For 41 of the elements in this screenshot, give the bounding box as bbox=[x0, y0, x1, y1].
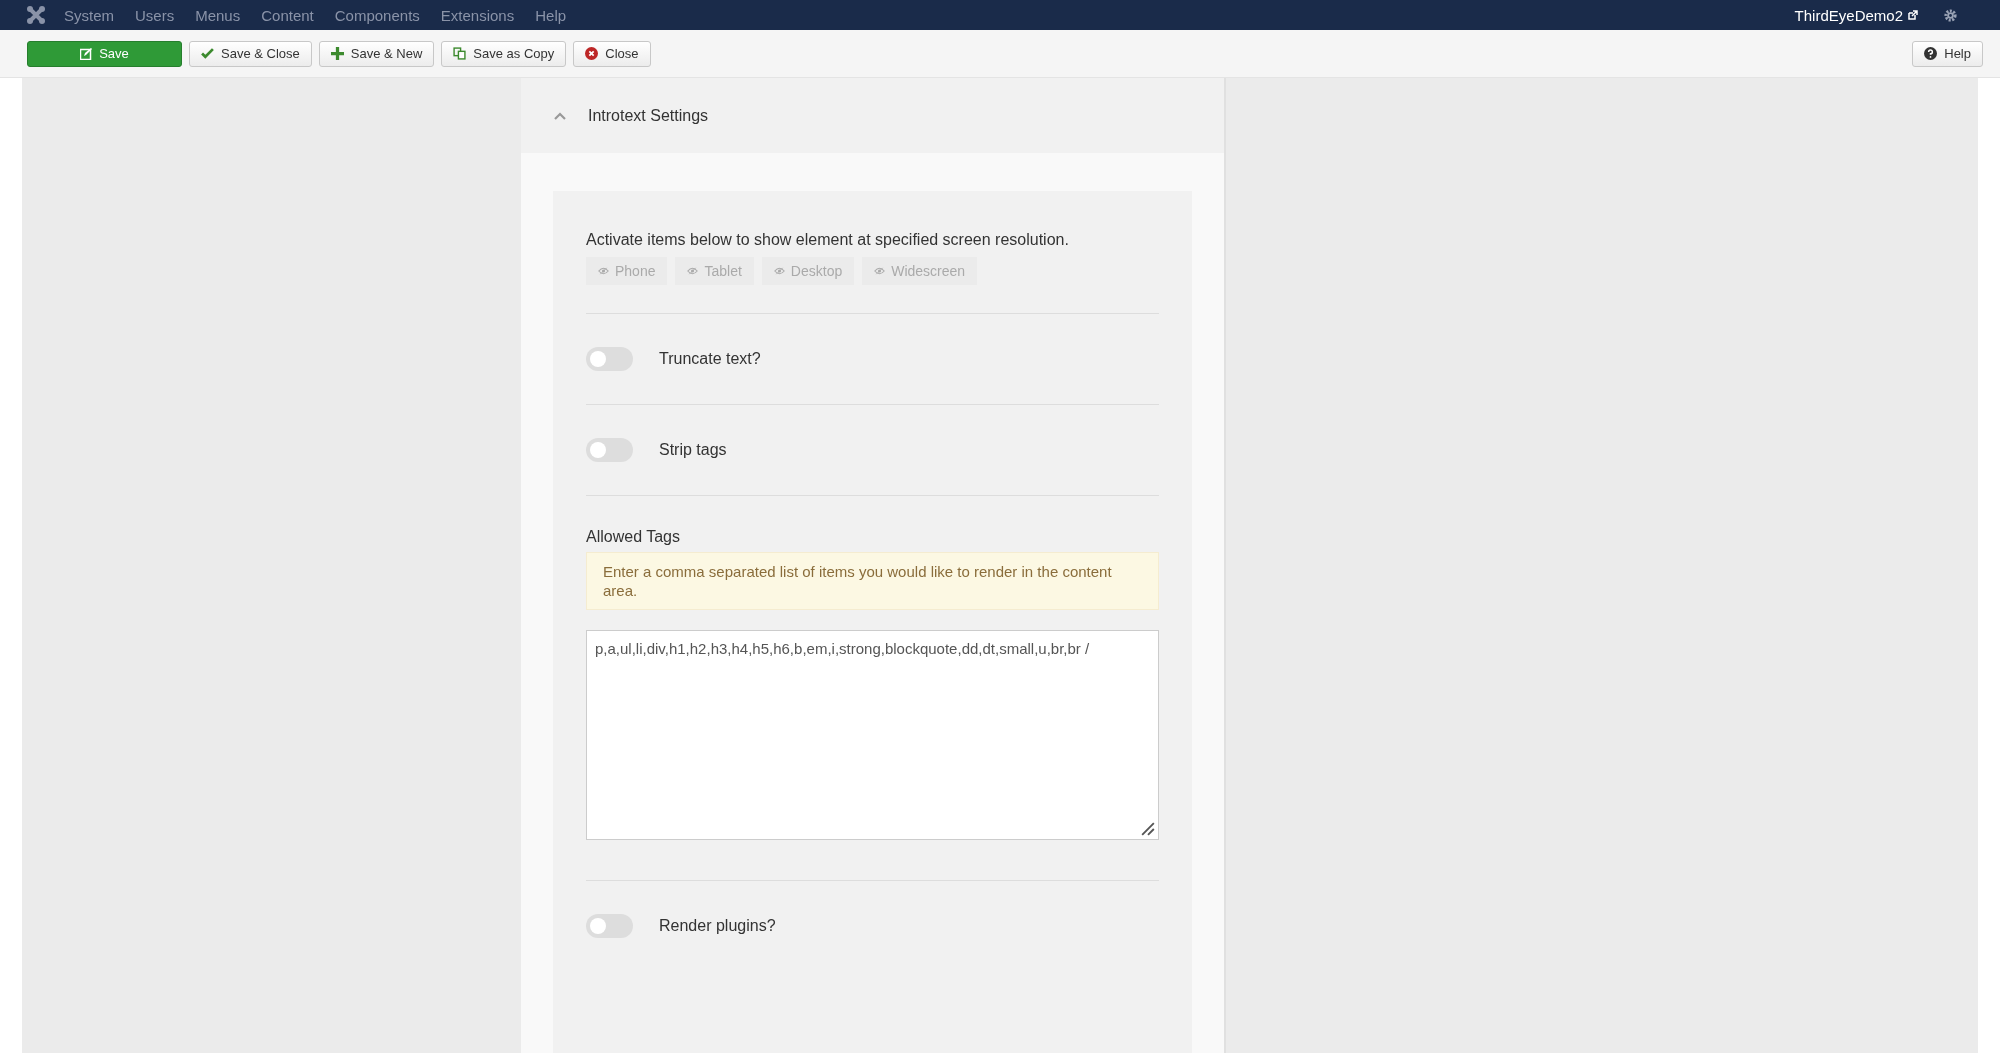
toolbar-button[interactable]: Save bbox=[27, 40, 182, 67]
resize-grip-icon[interactable] bbox=[1141, 822, 1155, 836]
toggle-switch[interactable] bbox=[586, 347, 633, 371]
toggle-label: Render plugins? bbox=[659, 917, 776, 935]
eye-slash-icon bbox=[687, 267, 699, 275]
toolbar-button[interactable]: Save & Close bbox=[189, 40, 312, 67]
tags-textarea[interactable]: p,a,ul,li,div,h1,h2,h3,h4,h5,h6,b,em,i,strong,blockquote,dd,dt,small,u,br,br / bbox=[586, 630, 1159, 840]
help-button[interactable]: Help bbox=[1912, 40, 1983, 67]
menu-item[interactable]: Extensions bbox=[440, 6, 515, 24]
check-icon bbox=[201, 47, 214, 60]
copy-icon bbox=[453, 47, 467, 60]
menu-item[interactable]: System bbox=[64, 6, 114, 24]
help-icon bbox=[1924, 47, 1938, 60]
hint-message: Enter a comma separated list of items you would like to render in the content area. bbox=[586, 552, 1159, 610]
toggle-switch[interactable] bbox=[586, 914, 633, 938]
toggle-label: Strip tags bbox=[659, 441, 727, 459]
chevron-icon[interactable] bbox=[554, 111, 566, 120]
eye-slash-icon bbox=[598, 267, 609, 275]
field-label: Allowed Tags bbox=[586, 528, 681, 546]
settings-icon[interactable] bbox=[1943, 7, 1958, 23]
toggle-switch[interactable] bbox=[586, 438, 633, 462]
toolbar-button[interactable]: Save as Copy bbox=[441, 40, 567, 67]
visibility-description: Activate items below to show element at specified screen resolution. bbox=[586, 231, 1070, 249]
menu-item[interactable]: Components bbox=[334, 6, 420, 24]
menu-item[interactable]: Content bbox=[261, 6, 314, 24]
menu-item[interactable]: Users bbox=[135, 6, 175, 24]
panel-header[interactable]: Introtext Settings bbox=[521, 78, 1224, 153]
toolbar-button[interactable]: Close bbox=[573, 40, 651, 67]
external-link-icon bbox=[1908, 10, 1918, 20]
menu-item[interactable]: Menus bbox=[195, 6, 241, 24]
eye-slash-icon bbox=[874, 267, 886, 275]
plus-icon bbox=[330, 47, 344, 60]
panel-title: Introtext Settings bbox=[588, 106, 709, 125]
eye-slash-icon bbox=[773, 267, 785, 275]
site-link[interactable]: ThirdEyeDemo2 bbox=[1794, 6, 1903, 24]
menu-item[interactable]: Help bbox=[535, 6, 567, 24]
toggle-label: Truncate text? bbox=[659, 350, 761, 368]
edit-icon bbox=[80, 47, 93, 60]
close-icon bbox=[585, 47, 599, 60]
logo-icon[interactable] bbox=[26, 5, 46, 25]
toolbar-button[interactable]: Save & New bbox=[318, 40, 435, 67]
